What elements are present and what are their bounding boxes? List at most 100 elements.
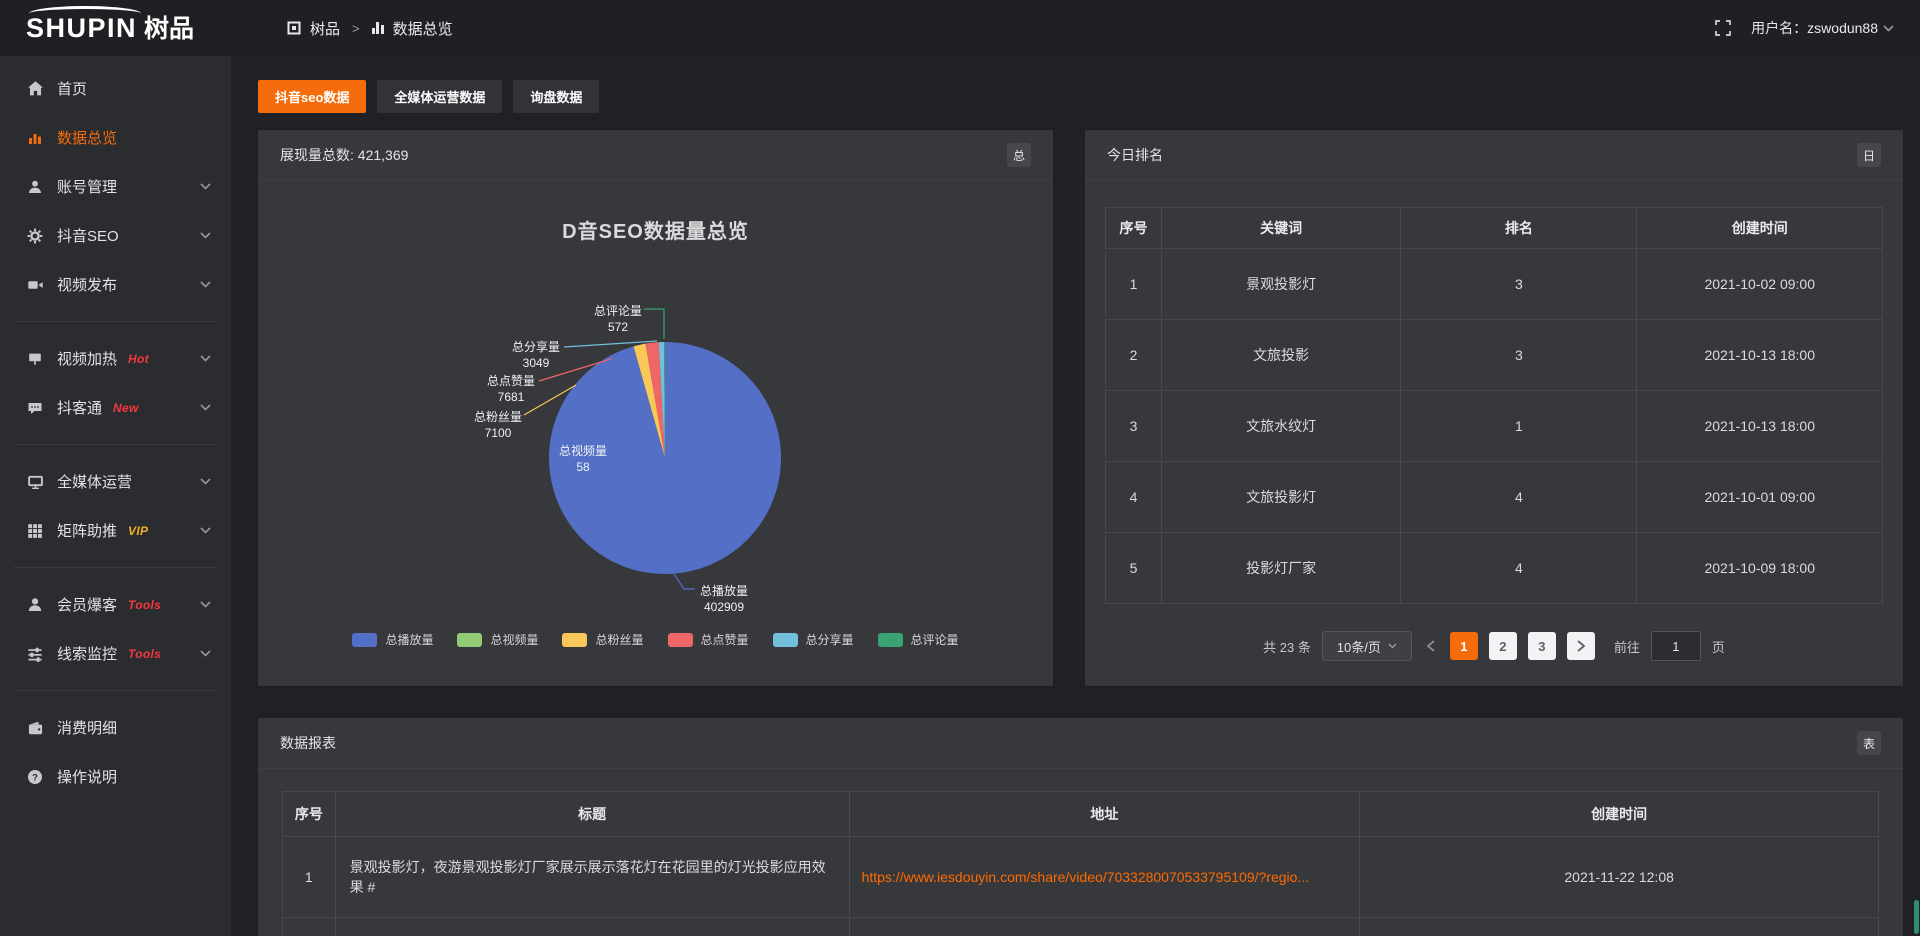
- legend-item-总粉丝量[interactable]: 总粉丝量: [562, 631, 643, 648]
- chevron-down-icon: [200, 601, 211, 608]
- legend-item-总分享量[interactable]: 总分享量: [773, 631, 854, 648]
- breadcrumb-separator: >: [352, 21, 360, 36]
- col-header-index: 序号: [283, 792, 336, 837]
- legend-item-总播放量[interactable]: 总播放量: [352, 631, 433, 648]
- user-icon: [26, 179, 44, 195]
- total-count-label: 共 23 条: [1263, 637, 1311, 656]
- pie-callout-label: 总播放量402909: [700, 583, 748, 615]
- tab-inquiry-data[interactable]: 询盘数据: [513, 80, 599, 113]
- sidebar-item-douyin-seo[interactable]: 抖音SEO: [0, 211, 231, 260]
- cell-created: 2021-10-01 09:00: [1637, 462, 1883, 533]
- pie-chart-area: D音SEO数据量总览 总播放量402909总视频量58总粉丝量7100总点赞量7…: [258, 181, 1053, 687]
- seo-panel-header: 展现量总数: 421,369 总: [258, 130, 1053, 181]
- sidebar-divider: [14, 567, 217, 568]
- chevron-down-icon: [200, 478, 211, 485]
- legend-swatch: [773, 633, 798, 647]
- legend-item-总评论量[interactable]: 总评论量: [878, 631, 959, 648]
- table-header-row: 序号 关键词 排名 创建时间: [1106, 208, 1883, 249]
- sidebar-item-media-ops[interactable]: 全媒体运营: [0, 457, 231, 506]
- sidebar-item-video-heat[interactable]: 视频加热 Hot: [0, 334, 231, 383]
- new-badge: New: [113, 401, 139, 415]
- table-mode-badge[interactable]: 表: [1857, 731, 1881, 755]
- sidebar-item-help[interactable]: ? 操作说明: [0, 752, 231, 801]
- cell-index: 5: [1106, 533, 1162, 604]
- page-button-2[interactable]: 2: [1489, 632, 1517, 660]
- sidebar-item-matrix-boost[interactable]: 矩阵助推 VIP: [0, 506, 231, 555]
- pie-callout-label: 总点赞量7681: [487, 373, 535, 405]
- cell-index: 2: [1106, 320, 1162, 391]
- cell-keyword: 文旅投影灯: [1161, 462, 1400, 533]
- sidebar-item-member-burst[interactable]: 会员爆客 Tools: [0, 580, 231, 629]
- fullscreen-icon[interactable]: [1715, 20, 1731, 36]
- chevron-down-icon: [1388, 643, 1397, 649]
- video-camera-icon: [26, 277, 44, 293]
- legend-swatch: [668, 633, 693, 647]
- scrollbar-thumb[interactable]: [1914, 900, 1919, 934]
- svg-text:?: ?: [32, 772, 38, 783]
- sidebar-item-expense-detail[interactable]: 消费明细: [0, 703, 231, 752]
- sidebar-item-label: 消费明细: [57, 717, 117, 738]
- sidebar-item-lead-monitor[interactable]: 线索监控 Tools: [0, 629, 231, 678]
- goto-page-input[interactable]: [1651, 631, 1701, 661]
- sidebar-item-data-overview[interactable]: 数据总览: [0, 113, 231, 162]
- cell-created: 2021-10-13 18:00: [1637, 391, 1883, 462]
- page-button-1[interactable]: 1: [1450, 632, 1478, 660]
- sidebar-item-home[interactable]: 首页: [0, 64, 231, 113]
- tab-media-ops-data[interactable]: 全媒体运营数据: [377, 80, 502, 113]
- signboard-icon: [26, 351, 44, 367]
- logo: SHUPIN 树品: [0, 15, 231, 42]
- breadcrumb: 树品 > 数据总览: [287, 18, 453, 39]
- table-row: 4 文旅投影灯 4 2021-10-01 09:00: [1106, 462, 1883, 533]
- pie-callout-label: 总评论量572: [594, 303, 642, 335]
- report-panel-title: 数据报表: [280, 733, 336, 753]
- sidebar-item-label: 矩阵助推: [57, 520, 117, 541]
- data-report-table: 序号 标题 地址 创建时间 1 景观投影灯，夜游景观投影灯厂家展示展示落花灯在花…: [282, 791, 1879, 936]
- table-row-partial: [283, 918, 1879, 936]
- monitor-icon: [26, 474, 44, 490]
- col-header-title: 标题: [335, 792, 849, 837]
- legend-item-总点赞量[interactable]: 总点赞量: [668, 631, 749, 648]
- sliders-icon: [26, 646, 44, 662]
- page-size-select[interactable]: 10条/页: [1322, 631, 1412, 661]
- pie-callout-label: 总视频量58: [559, 443, 607, 475]
- video-link[interactable]: https://www.iesdouyin.com/share/video/70…: [849, 837, 1360, 918]
- tab-douyin-seo-data[interactable]: 抖音seo数据: [258, 80, 366, 113]
- legend-swatch: [562, 633, 587, 647]
- breadcrumb-current[interactable]: 数据总览: [393, 18, 453, 39]
- pagination: 共 23 条 10条/页 1 2 3 前往 页: [1085, 631, 1903, 661]
- total-mode-badge[interactable]: 总: [1007, 143, 1031, 167]
- sidebar-item-douketong[interactable]: 抖客通 New: [0, 383, 231, 432]
- cell-title: 景观投影灯，夜游景观投影灯厂家展示展示落花灯在花园里的灯光投影应用效果 #: [335, 837, 849, 918]
- legend-swatch: [352, 633, 377, 647]
- day-mode-badge[interactable]: 日: [1857, 143, 1881, 167]
- cell-rank: 3: [1401, 249, 1637, 320]
- data-tabs: 抖音seo数据 全媒体运营数据 询盘数据: [258, 80, 599, 113]
- pie-callout-label: 总粉丝量7100: [474, 409, 522, 441]
- cell-keyword: 投影灯厂家: [1161, 533, 1400, 604]
- wallet-icon: [26, 720, 44, 736]
- prev-page-button[interactable]: [1426, 640, 1436, 652]
- table-row: 1 景观投影灯，夜游景观投影灯厂家展示展示落花灯在花园里的灯光投影应用效果 # …: [283, 837, 1879, 918]
- table-row: 3 文旅水纹灯 1 2021-10-13 18:00: [1106, 391, 1883, 462]
- table-row: 5 投影灯厂家 4 2021-10-09 18:00: [1106, 533, 1883, 604]
- page-size-value: 10条/页: [1337, 637, 1381, 656]
- logo-text: SHUPIN: [26, 15, 137, 42]
- cell-created: 2021-10-09 18:00: [1637, 533, 1883, 604]
- question-circle-icon: ?: [26, 769, 44, 785]
- bar-chart-icon: [372, 22, 384, 34]
- table-row: 2 文旅投影 3 2021-10-13 18:00: [1106, 320, 1883, 391]
- today-rank-panel: 今日排名 日 序号 关键词 排名 创建时间 1 景观投影灯: [1085, 130, 1903, 686]
- gear-icon: [26, 228, 44, 244]
- legend-label: 总播放量: [385, 631, 433, 648]
- sidebar-item-label: 抖音SEO: [57, 225, 119, 246]
- cell-rank: 4: [1401, 533, 1637, 604]
- page-button-3[interactable]: 3: [1528, 632, 1556, 660]
- sidebar-item-label: 全媒体运营: [57, 471, 132, 492]
- legend-label: 总粉丝量: [595, 631, 643, 648]
- next-page-button[interactable]: [1567, 632, 1595, 660]
- legend-item-总视频量[interactable]: 总视频量: [457, 631, 538, 648]
- breadcrumb-root[interactable]: 树品: [310, 18, 340, 39]
- sidebar-item-account[interactable]: 账号管理: [0, 162, 231, 211]
- sidebar-item-video-publish[interactable]: 视频发布: [0, 260, 231, 309]
- user-menu[interactable]: 用户名：zswodun88: [1751, 18, 1894, 38]
